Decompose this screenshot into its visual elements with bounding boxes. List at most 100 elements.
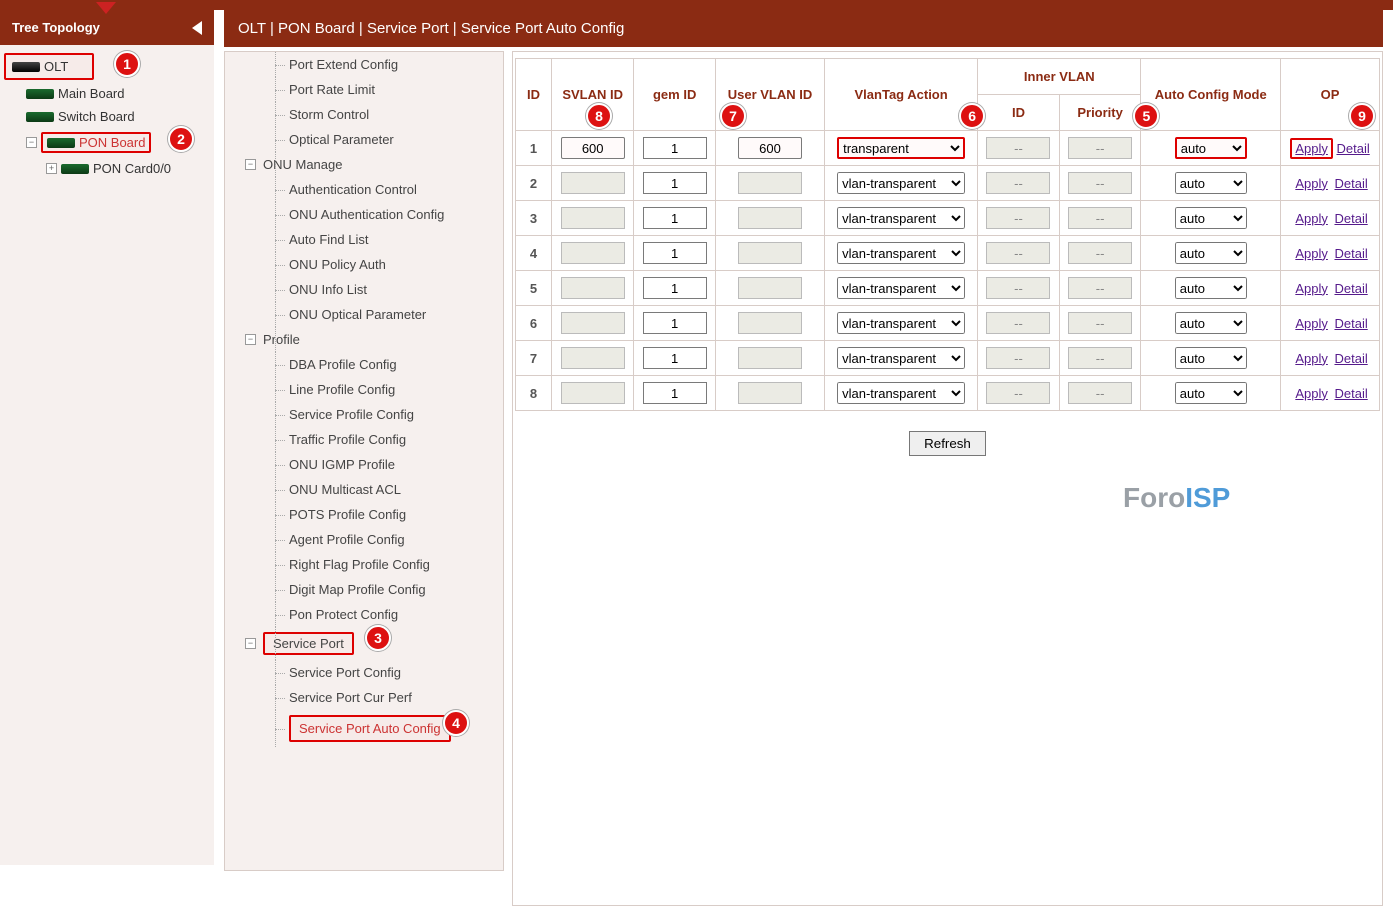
- tree-node-main-board[interactable]: Main Board: [0, 82, 214, 105]
- auto-config-mode-select[interactable]: auto: [1175, 382, 1247, 404]
- gem-id-input[interactable]: [643, 382, 707, 404]
- vlantag-action-select[interactable]: transparentvlan-transparent: [837, 172, 965, 194]
- gem-id-input[interactable]: [643, 242, 707, 264]
- auto-config-mode-select[interactable]: auto: [1175, 347, 1247, 369]
- tree-node-pon-card[interactable]: + PON Card0/0: [0, 157, 214, 180]
- detail-link[interactable]: Detail: [1336, 141, 1369, 156]
- expand-icon[interactable]: −: [245, 159, 256, 170]
- apply-link[interactable]: Apply: [1290, 138, 1333, 159]
- svlan-id-input[interactable]: [561, 382, 625, 404]
- expand-icon[interactable]: +: [46, 163, 57, 174]
- nav-service-port-config[interactable]: Service Port Config: [225, 660, 503, 685]
- auto-config-mode-select[interactable]: auto: [1175, 312, 1247, 334]
- tree-label: OLT: [44, 59, 68, 74]
- apply-link[interactable]: Apply: [1292, 350, 1331, 367]
- detail-link[interactable]: Detail: [1334, 351, 1367, 366]
- nav-optical-parameter[interactable]: Optical Parameter: [225, 127, 503, 152]
- auto-config-mode-select[interactable]: auto: [1175, 242, 1247, 264]
- nav-service-port-auto-config[interactable]: Service Port Auto Config 4: [225, 710, 503, 747]
- vlantag-action-select[interactable]: transparentvlan-transparent: [837, 382, 965, 404]
- user-vlan-id-input[interactable]: [738, 382, 802, 404]
- detail-link[interactable]: Detail: [1334, 386, 1367, 401]
- user-vlan-id-input[interactable]: [738, 137, 802, 159]
- vlantag-action-select[interactable]: transparentvlan-transparent: [837, 312, 965, 334]
- nav-port-extend-config[interactable]: Port Extend Config: [225, 52, 503, 77]
- nav-onu-optical-parameter[interactable]: ONU Optical Parameter: [225, 302, 503, 327]
- tree-node-olt[interactable]: OLT 1: [4, 53, 94, 80]
- nav-service-port[interactable]: − Service Port 3: [225, 627, 503, 660]
- vlantag-action-select[interactable]: transparentvlan-transparent: [837, 347, 965, 369]
- nav-dba-profile-config[interactable]: DBA Profile Config: [225, 352, 503, 377]
- nav-pon-protect-config[interactable]: Pon Protect Config: [225, 602, 503, 627]
- apply-link[interactable]: Apply: [1292, 385, 1331, 402]
- nav-onu-policy-auth[interactable]: ONU Policy Auth: [225, 252, 503, 277]
- svlan-id-input[interactable]: [561, 172, 625, 194]
- nav-right-flag-profile-config[interactable]: Right Flag Profile Config: [225, 552, 503, 577]
- user-vlan-id-input[interactable]: [738, 207, 802, 229]
- collapse-left-icon[interactable]: [192, 21, 202, 35]
- user-vlan-id-input[interactable]: [738, 347, 802, 369]
- nav-agent-profile-config[interactable]: Agent Profile Config: [225, 527, 503, 552]
- tree-node-switch-board[interactable]: Switch Board: [0, 105, 214, 128]
- user-vlan-id-input[interactable]: [738, 312, 802, 334]
- expand-icon[interactable]: −: [245, 334, 256, 345]
- user-vlan-id-input[interactable]: [738, 172, 802, 194]
- tree-node-pon-board[interactable]: − PON Board 2: [0, 128, 214, 157]
- auto-config-mode-select[interactable]: auto: [1175, 137, 1247, 159]
- nav-service-profile-config[interactable]: Service Profile Config: [225, 402, 503, 427]
- apply-link[interactable]: Apply: [1292, 175, 1331, 192]
- auto-config-mode-select[interactable]: auto: [1175, 172, 1247, 194]
- nav-onu-manage[interactable]: −ONU Manage: [225, 152, 503, 177]
- vlantag-action-select[interactable]: transparentvlan-transparent: [837, 207, 965, 229]
- detail-link[interactable]: Detail: [1334, 211, 1367, 226]
- nav-traffic-profile-config[interactable]: Traffic Profile Config: [225, 427, 503, 452]
- gem-id-input[interactable]: [643, 347, 707, 369]
- gem-id-input[interactable]: [643, 312, 707, 334]
- gem-id-input[interactable]: [643, 277, 707, 299]
- expand-icon[interactable]: −: [26, 137, 37, 148]
- refresh-button[interactable]: Refresh: [909, 431, 986, 456]
- nav-onu-info-list[interactable]: ONU Info List: [225, 277, 503, 302]
- user-vlan-id-input[interactable]: [738, 277, 802, 299]
- svlan-id-input[interactable]: [561, 347, 625, 369]
- col-inner-priority: Priority: [1059, 95, 1141, 131]
- nav-port-rate-limit[interactable]: Port Rate Limit: [225, 77, 503, 102]
- nav-onu-multicast-acl[interactable]: ONU Multicast ACL: [225, 477, 503, 502]
- nav-line-profile-config[interactable]: Line Profile Config: [225, 377, 503, 402]
- svlan-id-input[interactable]: [561, 137, 625, 159]
- detail-link[interactable]: Detail: [1334, 281, 1367, 296]
- gem-id-input[interactable]: [643, 137, 707, 159]
- vlantag-action-select[interactable]: transparentvlan-transparent: [837, 242, 965, 264]
- col-gem-id: gem ID: [634, 59, 716, 131]
- svlan-id-input[interactable]: [561, 207, 625, 229]
- detail-link[interactable]: Detail: [1334, 246, 1367, 261]
- nav-authentication-control[interactable]: Authentication Control: [225, 177, 503, 202]
- svlan-id-input[interactable]: [561, 312, 625, 334]
- user-vlan-id-input[interactable]: [738, 242, 802, 264]
- vlantag-action-select[interactable]: transparentvlan-transparent: [837, 277, 965, 299]
- inner-vlan-id-input: [986, 277, 1050, 299]
- detail-link[interactable]: Detail: [1334, 316, 1367, 331]
- gem-id-input[interactable]: [643, 172, 707, 194]
- gem-id-input[interactable]: [643, 207, 707, 229]
- apply-link[interactable]: Apply: [1292, 210, 1331, 227]
- apply-link[interactable]: Apply: [1292, 245, 1331, 262]
- apply-link[interactable]: Apply: [1292, 280, 1331, 297]
- vlantag-action-select[interactable]: transparentvlan-transparent: [837, 137, 965, 159]
- nav-service-port-cur-perf[interactable]: Service Port Cur Perf: [225, 685, 503, 710]
- auto-config-mode-select[interactable]: auto: [1175, 277, 1247, 299]
- nav-storm-control[interactable]: Storm Control: [225, 102, 503, 127]
- tree-topology-header[interactable]: Tree Topology: [0, 10, 214, 45]
- svlan-id-input[interactable]: [561, 242, 625, 264]
- expand-icon[interactable]: −: [245, 638, 256, 649]
- auto-config-mode-select[interactable]: auto: [1175, 207, 1247, 229]
- nav-digit-map-profile-config[interactable]: Digit Map Profile Config: [225, 577, 503, 602]
- detail-link[interactable]: Detail: [1334, 176, 1367, 191]
- nav-pots-profile-config[interactable]: POTS Profile Config: [225, 502, 503, 527]
- nav-profile[interactable]: −Profile: [225, 327, 503, 352]
- nav-auto-find-list[interactable]: Auto Find List: [225, 227, 503, 252]
- svlan-id-input[interactable]: [561, 277, 625, 299]
- nav-onu-auth-config[interactable]: ONU Authentication Config: [225, 202, 503, 227]
- nav-onu-igmp-profile[interactable]: ONU IGMP Profile: [225, 452, 503, 477]
- apply-link[interactable]: Apply: [1292, 315, 1331, 332]
